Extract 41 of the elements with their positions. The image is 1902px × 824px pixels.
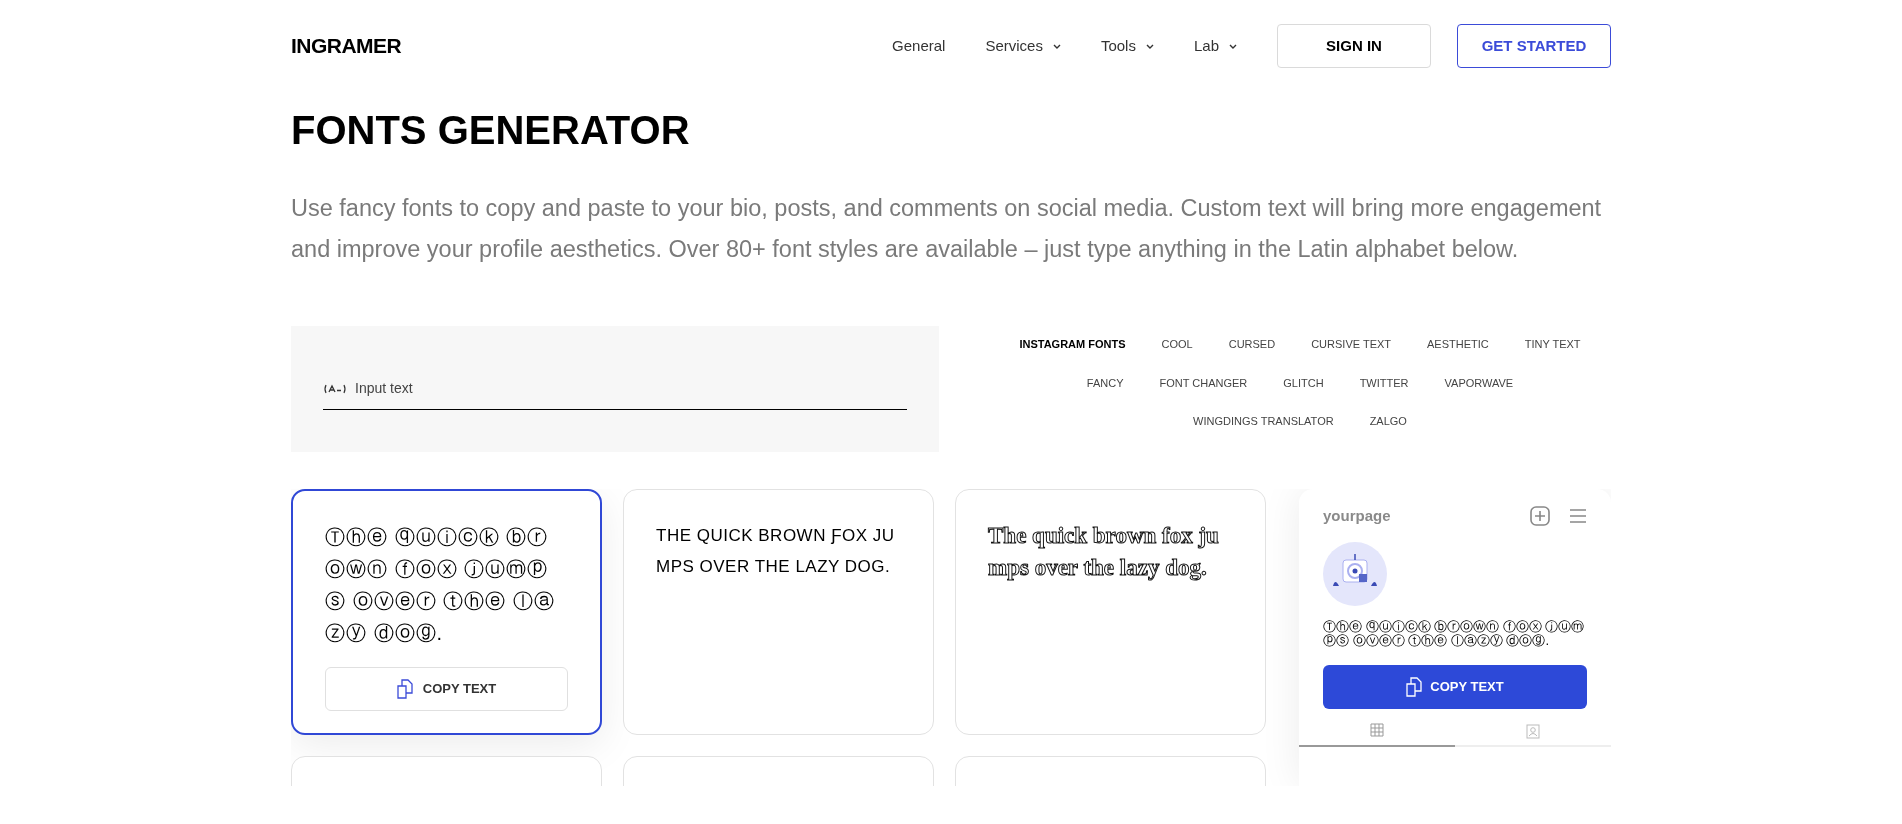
grid-icon xyxy=(1370,722,1384,737)
font-tab[interactable]: FONT CHANGER xyxy=(1159,374,1248,391)
input-field[interactable]: Input text xyxy=(355,378,907,399)
nav-link[interactable]: General xyxy=(892,34,946,58)
font-tab[interactable]: GLITCH xyxy=(1283,374,1324,391)
sign-in-button[interactable]: SIGN IN xyxy=(1277,24,1431,68)
username: yourpage xyxy=(1323,506,1391,526)
nav-link[interactable]: Lab xyxy=(1193,34,1237,58)
sample-text: THE QUICK BROWN ƑOX JUMPS OVER THE LAZY DOG. xyxy=(656,525,896,578)
font-card[interactable]: The quick brown fox jumps over the lazy dog. xyxy=(955,489,1266,735)
text-format-icon xyxy=(323,383,347,394)
font-tab[interactable]: TINY TEXT xyxy=(1524,336,1581,353)
sample-text: The quick brown fox jumps over the lazy dog. xyxy=(988,522,1220,583)
font-tab[interactable]: INSTAGRAM FONTS xyxy=(1019,336,1126,353)
copy-text-button[interactable]: COPY TEXT xyxy=(325,667,568,711)
font-tab[interactable]: WINGDINGS TRANSLATOR xyxy=(1193,413,1334,430)
logo[interactable]: INGRAMER xyxy=(291,30,402,62)
sample-text: Ⓣⓗⓔ ⓠⓤⓘⓒⓚ ⓑⓡⓞⓦⓝ ⓕⓞⓧ ⓙⓤⓜⓟⓢ ⓞⓥⓔⓡ ⓣⓗⓔ ⓛⓐⓩⓨ ⓓⓞⓖ. xyxy=(325,525,556,646)
font-tab[interactable]: CURSIVE TEXT xyxy=(1311,336,1392,353)
copy-icon xyxy=(396,679,413,699)
avatar-icon xyxy=(1323,541,1387,606)
copy-text-button[interactable]: COPY TEXT xyxy=(1323,664,1587,709)
nav-link[interactable]: Tools xyxy=(1100,34,1154,58)
person-tag-icon xyxy=(1526,722,1540,739)
font-card[interactable]: THE QUICK BROWN ƑOX JUMPS OVER THE LAZY DOG. xyxy=(623,489,934,735)
preview-text: Ⓣⓗⓔ ⓠⓤⓘⓒⓚ ⓑⓡⓞⓦⓝ ⓕⓞⓧ ⓙⓤⓜⓟⓢ ⓞⓥⓔⓡ ⓣⓗⓔ ⓛⓐⓩⓨ ⓓⓞⓖ. xyxy=(1323,619,1586,648)
font-tab[interactable]: ZALGO xyxy=(1369,413,1407,430)
intro-paragraph: Use fancy fonts to copy and paste to your bio, posts, and comments on social media. Custom text will bring more engagement and improve your profile aesthetics. Over 80+ font styles are available – just type anything in the Latin alphabet below. xyxy=(291,194,1603,264)
copy-icon xyxy=(1406,676,1423,697)
add-icon[interactable] xyxy=(1529,505,1551,528)
font-tab[interactable]: FANCY xyxy=(1086,374,1124,391)
get-started-button[interactable]: GET STARTED xyxy=(1457,24,1611,68)
font-card[interactable]: Ⓣⓗⓔ ⓠⓤⓘⓒⓚ ⓑⓡⓞⓦⓝ ⓕⓞⓧ ⓙⓤⓜⓟⓢ ⓞⓥⓔⓡ ⓣⓗⓔ ⓛⓐⓩⓨ ⓓⓞⓖ. COPY TEXT xyxy=(291,489,602,735)
font-tab[interactable]: AESTHETIC xyxy=(1427,336,1489,353)
menu-icon[interactable] xyxy=(1569,509,1587,524)
font-tab[interactable]: CURSED xyxy=(1228,336,1276,353)
font-tab[interactable]: TWITTER xyxy=(1359,374,1409,391)
font-tab[interactable]: VAPORWAVE xyxy=(1444,374,1514,391)
page-title: FONTS GENERATOR xyxy=(291,107,691,154)
nav-link[interactable]: Services xyxy=(985,34,1061,58)
font-tab[interactable]: COOL xyxy=(1161,336,1193,353)
